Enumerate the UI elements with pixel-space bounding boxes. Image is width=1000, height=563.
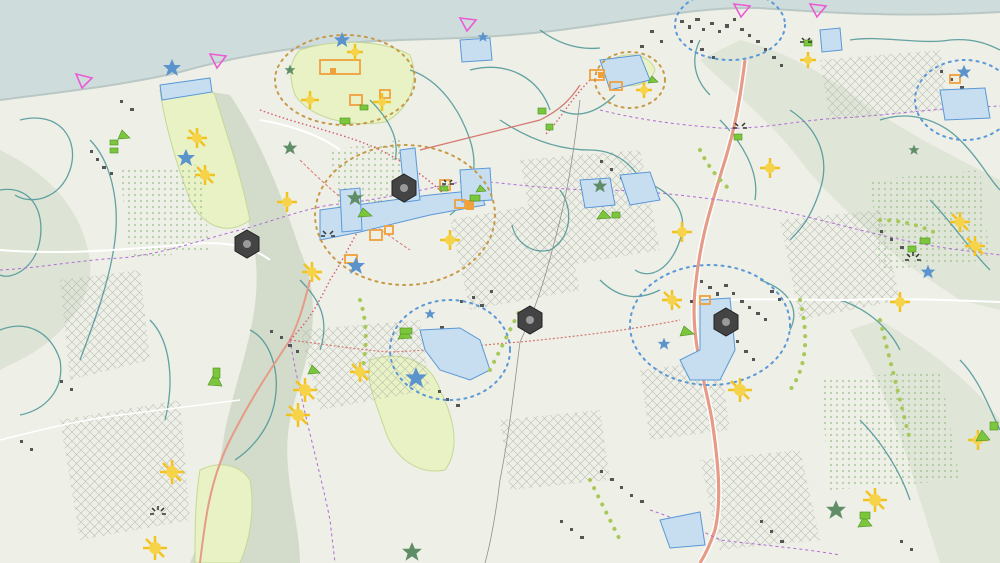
map-canvas[interactable] — [0, 0, 1000, 563]
park-southwest — [194, 464, 253, 563]
